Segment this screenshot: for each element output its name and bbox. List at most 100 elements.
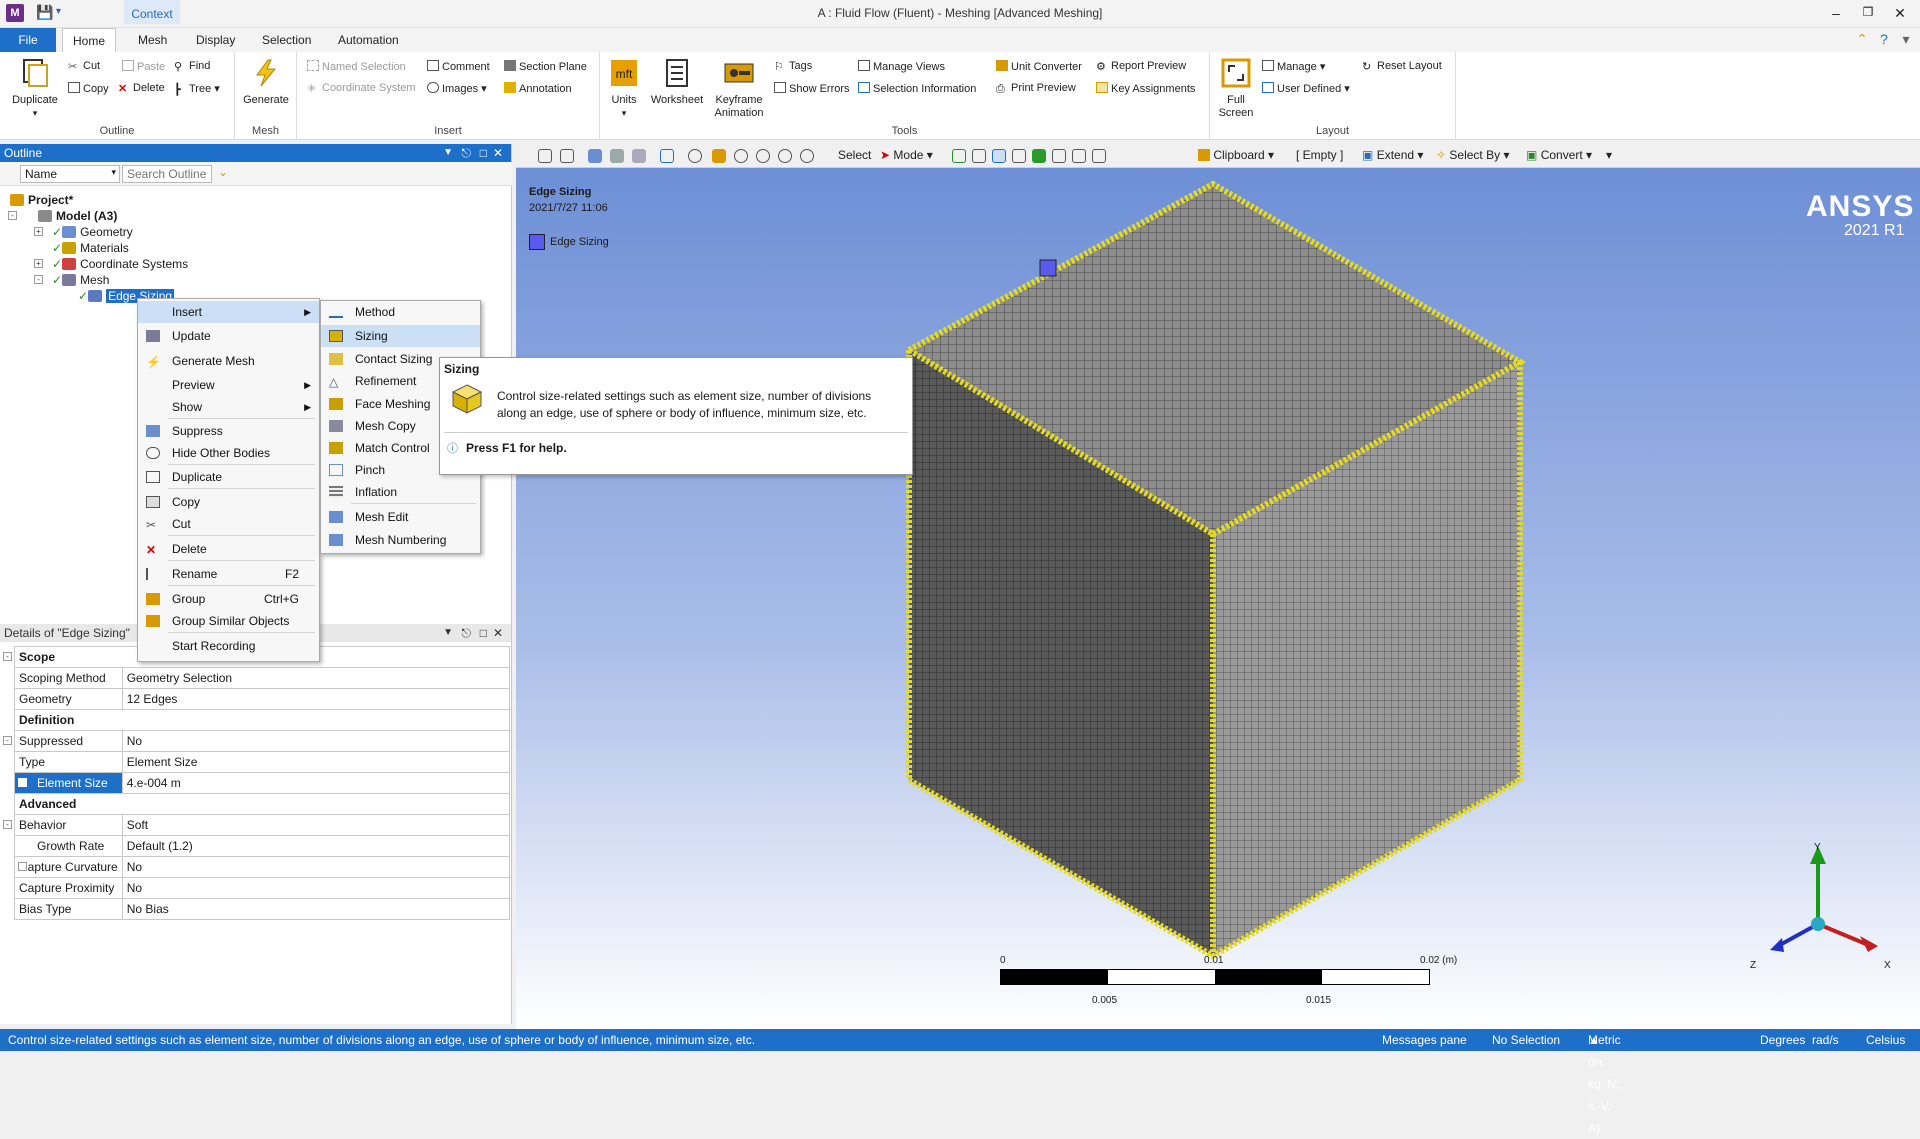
collapse-toggle[interactable]: - [3,820,12,829]
menu-item-suppress[interactable]: Suppress [138,420,319,442]
menu-item-group-similar[interactable]: Group Similar Objects [138,610,319,632]
close-panel-icon[interactable]: ✕ [493,624,503,642]
menu-item-start-recording[interactable]: Start Recording [138,635,319,657]
key-assignments-button[interactable]: Key Assignments [1096,82,1195,95]
tab-automation[interactable]: Automation [328,28,409,52]
property-value[interactable]: Default (1.2) [121,835,511,857]
messages-pane-button[interactable]: Messages pane [1382,1029,1467,1051]
section-plane-button[interactable]: Section Plane [504,60,587,73]
menu-item-duplicate[interactable]: Duplicate [138,466,319,488]
tab-display[interactable]: Display [186,28,245,52]
collapse-toggle[interactable]: - [3,652,12,661]
meshed-cube[interactable] [516,168,1920,1029]
zoom-out-icon[interactable] [560,149,574,163]
find-button[interactable]: ⚲ Find [174,60,210,73]
annotation-toolbar-icon[interactable] [1116,149,1130,163]
section-definition[interactable]: Definition [14,709,510,731]
menu-item-copy[interactable]: Copy [138,491,319,513]
menu-item-show[interactable]: Show ▶ [138,396,319,418]
menu-item-generate-mesh[interactable]: ⚡ Generate Mesh [138,350,319,372]
select-label[interactable]: Select [838,148,871,162]
coordinate-system-button[interactable]: ✳ Coordinate System [307,82,416,95]
property-value[interactable]: Soft [121,814,511,836]
reset-layout-button[interactable]: ↻ Reset Layout [1362,60,1442,73]
property-value[interactable]: Element Size [121,751,511,773]
menu-item-group[interactable]: Group Ctrl+G [138,588,319,610]
tab-home[interactable]: Home [62,28,117,53]
named-selection-button[interactable]: Named Selection [307,60,406,73]
select-mesh-icon[interactable] [1092,149,1106,163]
select-vertex-icon[interactable] [952,149,966,163]
delete-button[interactable]: ✕ Delete [118,82,165,95]
collapse-toggle[interactable]: - [34,275,43,284]
zoom-box-icon[interactable] [756,149,770,163]
keyframe-animation-button[interactable]: Keyframe Animation [708,58,770,120]
box-select-icon[interactable] [660,149,674,163]
maximize-icon[interactable]: □ [480,624,487,642]
select-body-icon[interactable] [1012,149,1026,163]
body-select-icon[interactable] [588,149,602,163]
worksheet-button[interactable]: Worksheet [648,58,706,107]
tree-item-materials[interactable]: ✓ Materials [52,240,129,256]
panel-menu-icon[interactable]: ▼ [443,624,453,642]
submenu-item-inflation[interactable]: Inflation [321,481,480,503]
property-value[interactable]: No [121,856,511,878]
menu-item-preview[interactable]: Preview ▶ [138,374,319,396]
zoom-selection-icon[interactable] [800,149,814,163]
close-panel-icon[interactable]: ✕ [493,144,503,162]
angle-unit[interactable]: Degrees [1760,1029,1805,1051]
report-preview-button[interactable]: ⚙ Report Preview [1096,60,1186,73]
menu-item-rename[interactable]: Rename F2 [138,563,319,585]
section-advanced[interactable]: Advanced [14,793,510,815]
duplicate-button[interactable]: Duplicate ▾ [8,58,62,120]
tree-item-model[interactable]: Model (A3) [38,208,117,224]
tree-button[interactable]: ┣ Tree ▾ [174,82,220,96]
tree-item-coordinate-systems[interactable]: ✓ Coordinate Systems [52,256,188,272]
convert-dropdown[interactable]: ▣ Convert ▾ [1526,148,1592,162]
comment-toolbar-icon[interactable] [1136,149,1150,163]
select-edge-icon[interactable] [972,149,986,163]
graphics-viewport[interactable]: Edge Sizing 2021/7/27 11:06 Edge Sizing … [516,168,1920,1029]
panel-menu-icon[interactable]: ▼ [443,144,453,162]
property-value[interactable]: No Bias [121,898,511,920]
pin-icon[interactable]: ⎋ [462,624,472,642]
menu-item-delete[interactable]: ✕ Delete [138,538,319,560]
select-face-icon[interactable] [992,149,1006,163]
print-preview-button[interactable]: ⎙ Print Preview [996,82,1076,95]
paste-button[interactable]: Paste [122,60,165,73]
menu-item-update[interactable]: Update [138,325,319,347]
collapse-toggle[interactable]: - [3,736,12,745]
pin-icon[interactable]: ⎋ [462,144,472,162]
zoom-fit-icon[interactable] [778,149,792,163]
select-element-icon[interactable] [1072,149,1086,163]
annotation-button[interactable]: Annotation [504,82,572,95]
name-filter-combo[interactable]: Name ▾ [20,165,120,183]
filter-dropdown-icon[interactable]: ⌄ [218,165,228,179]
maximize-icon[interactable]: □ [480,144,487,162]
face-select-icon[interactable] [610,149,624,163]
clipboard-dropdown[interactable]: Clipboard ▾ [1198,148,1274,162]
select-element-face-icon[interactable] [1052,149,1066,163]
user-defined-button[interactable]: User Defined ▾ [1262,82,1350,95]
property-value[interactable]: 4.e-004 m [121,772,511,794]
submenu-item-mesh-numbering[interactable]: Mesh Numbering [321,529,480,551]
collapse-ribbon-icon[interactable]: ⌃ [1852,31,1872,48]
edge-select-icon[interactable] [632,149,646,163]
tree-item-project[interactable]: Project* [10,192,73,208]
tab-selection[interactable]: Selection [252,28,321,52]
expand-toggle[interactable]: + [34,227,43,236]
show-errors-button[interactable]: Show Errors [774,82,850,95]
menu-item-cut[interactable]: ✂ Cut [138,513,319,535]
search-outline-input[interactable] [122,165,212,183]
angular-velocity-unit[interactable]: rad/s [1812,1029,1839,1051]
extend-dropdown[interactable]: ▣ Extend ▾ [1362,148,1423,162]
tree-item-mesh[interactable]: ✓ Mesh [52,272,109,288]
growth-rate-checkbox[interactable] [18,862,27,871]
property-value[interactable]: No [121,730,511,752]
property-value[interactable]: Geometry Selection [121,667,511,689]
ribbon-options-icon[interactable]: ▾ [1896,31,1916,48]
full-screen-button[interactable]: Full Screen [1214,58,1258,120]
manage-button[interactable]: Manage ▾ [1262,60,1325,73]
close-icon[interactable]: ✕ [1890,5,1910,22]
submenu-item-method[interactable]: Method [321,301,480,323]
